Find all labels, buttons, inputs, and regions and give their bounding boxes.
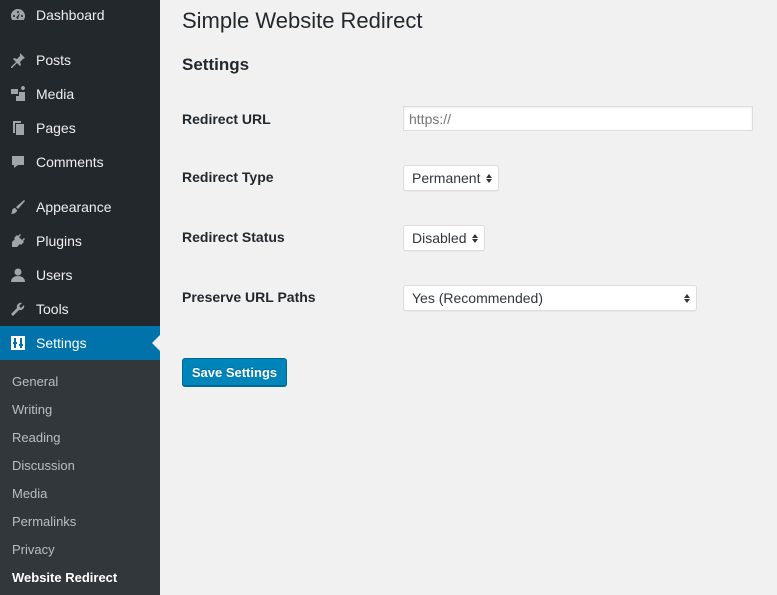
sidebar-item-label: Dashboard	[36, 7, 105, 23]
sidebar-item-label: Comments	[36, 154, 104, 170]
settings-submenu: General Writing Reading Discussion Media…	[0, 360, 160, 595]
section-title: Settings	[182, 55, 250, 74]
submenu-item-general[interactable]: General	[12, 374, 58, 389]
redirect-status-select[interactable]: Disabled	[403, 225, 485, 251]
sidebar-item-pages[interactable]: Pages	[0, 111, 160, 145]
media-icon	[10, 86, 26, 102]
sidebar-item-label: Appearance	[36, 199, 112, 215]
user-icon	[10, 267, 26, 283]
redirect-url-label: Redirect URL	[182, 111, 271, 127]
preserve-paths-select[interactable]: Yes (Recommended)	[403, 285, 697, 311]
save-settings-button[interactable]: Save Settings	[182, 358, 287, 386]
page-title: Simple Website Redirect	[182, 8, 423, 33]
sidebar-item-media[interactable]: Media	[0, 77, 160, 111]
comment-icon	[10, 154, 26, 170]
redirect-status-value: Disabled	[412, 230, 467, 246]
current-menu-arrow	[152, 335, 160, 351]
dashboard-icon	[10, 7, 26, 23]
select-arrows-icon	[486, 173, 493, 183]
plug-icon	[10, 233, 26, 249]
sidebar-item-label: Tools	[36, 301, 69, 317]
redirect-url-input[interactable]	[403, 106, 753, 131]
settings-icon	[10, 335, 26, 351]
sidebar-item-label: Posts	[36, 52, 72, 68]
submenu-item-discussion[interactable]: Discussion	[12, 458, 75, 473]
pin-icon	[10, 52, 26, 68]
preserve-paths-value: Yes (Recommended)	[412, 290, 543, 306]
wrench-icon	[10, 301, 26, 317]
sidebar-item-comments[interactable]: Comments	[0, 145, 160, 179]
submenu-item-reading[interactable]: Reading	[12, 430, 60, 445]
redirect-type-label: Redirect Type	[182, 169, 274, 185]
sidebar-item-label: Media	[36, 86, 75, 102]
sidebar-item-users[interactable]: Users	[0, 258, 160, 292]
redirect-status-label: Redirect Status	[182, 229, 285, 245]
sidebar-item-label: Settings	[36, 335, 87, 351]
select-arrows-icon	[472, 233, 479, 243]
sidebar-item-plugins[interactable]: Plugins	[0, 224, 160, 258]
redirect-type-value: Permanent	[412, 170, 481, 186]
redirect-type-select[interactable]: Permanent	[403, 165, 499, 191]
sidebar-item-label: Pages	[36, 120, 76, 136]
submenu-item-media[interactable]: Media	[12, 486, 47, 501]
sidebar-item-label: Plugins	[36, 233, 82, 249]
submenu-item-permalinks[interactable]: Permalinks	[12, 514, 76, 529]
sidebar-item-label: Users	[36, 267, 73, 283]
brush-icon	[10, 199, 26, 215]
sidebar-item-dashboard[interactable]: Dashboard	[0, 0, 160, 32]
select-arrows-icon	[684, 293, 690, 303]
pages-icon	[10, 120, 26, 136]
sidebar-item-posts[interactable]: Posts	[0, 43, 160, 77]
sidebar-item-tools[interactable]: Tools	[0, 292, 160, 326]
sidebar-item-settings[interactable]: Settings	[0, 326, 160, 360]
preserve-paths-label: Preserve URL Paths	[182, 289, 316, 305]
submenu-item-writing[interactable]: Writing	[12, 402, 52, 417]
admin-sidebar: Dashboard Posts Media Pages Comments App…	[0, 0, 160, 595]
sidebar-item-appearance[interactable]: Appearance	[0, 190, 160, 224]
submenu-item-website-redirect[interactable]: Website Redirect	[12, 570, 117, 585]
submenu-item-privacy[interactable]: Privacy	[12, 542, 55, 557]
